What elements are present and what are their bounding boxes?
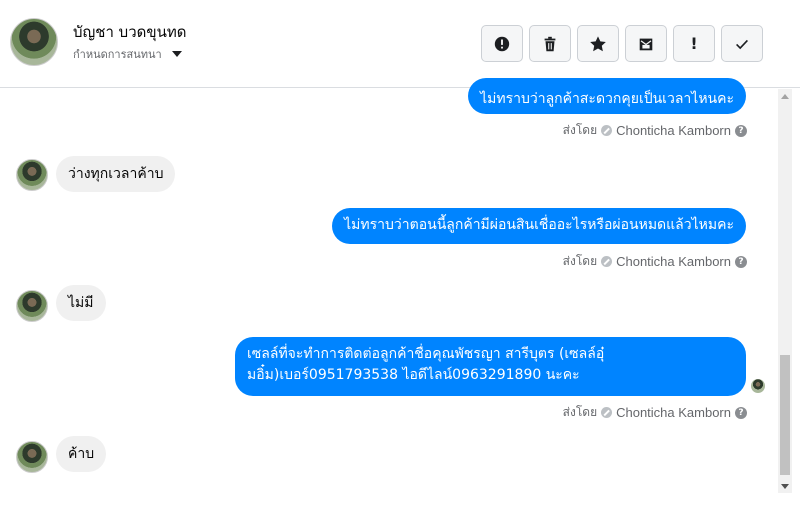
scroll-up-arrow-icon[interactable]: [778, 89, 792, 103]
outgoing-message[interactable]: ไม่ทราบว่าตอนนี้ลูกค้ามีผ่อนสินเชื่ออะไร…: [332, 208, 746, 244]
sent-by-line: ส่งโดย Chonticha Kamborn ?: [563, 403, 747, 422]
caret-down-icon: [171, 51, 182, 57]
message-text: ว่างทุกเวลาค้าบ: [68, 166, 164, 182]
sender-name[interactable]: Chonticha Kamborn: [616, 254, 731, 269]
schedule-conversation-label: กำหนดการสนทนา: [73, 48, 162, 61]
sent-by-label: ส่งโดย: [562, 254, 598, 268]
important-button[interactable]: !: [673, 25, 715, 62]
sent-by-label: ส่งโดย: [562, 123, 598, 137]
trash-icon: [544, 36, 556, 51]
sent-check-icon: [601, 125, 613, 136]
star-button[interactable]: [577, 25, 619, 62]
scrollbar-thumb[interactable]: [780, 355, 790, 475]
message-text: ไม่ทราบว่าลูกค้าสะดวกคุยเป็นเวลาไหนคะ: [480, 91, 734, 107]
conversation-toolbar: !: [481, 25, 763, 62]
incoming-message[interactable]: ค้าบ: [56, 436, 107, 472]
sender-name[interactable]: Chonticha Kamborn: [616, 123, 731, 138]
contact-avatar[interactable]: [10, 18, 58, 66]
contact-name[interactable]: บัญชา บวดขุนทด: [73, 20, 187, 44]
scroll-down-arrow-icon[interactable]: [778, 479, 792, 493]
help-icon[interactable]: ?: [735, 124, 747, 137]
contact-avatar[interactable]: [16, 290, 48, 322]
mark-unread-button[interactable]: [625, 25, 667, 62]
contact-avatar[interactable]: [16, 159, 48, 191]
sent-check-icon: [601, 407, 613, 418]
star-icon: [590, 35, 606, 51]
conversation-header: บัญชา บวดขุนทด กำหนดการสนทนา !: [0, 0, 800, 88]
scrollbar[interactable]: [778, 89, 792, 493]
sender-name[interactable]: Chonticha Kamborn: [616, 405, 731, 420]
message-text: เซลล์ที่จะทำการติดต่อลูกค้าชื่อคุณพัชรญา…: [247, 346, 605, 383]
alert-circle-icon: [494, 36, 510, 51]
outgoing-message[interactable]: ไม่ทราบว่าลูกค้าสะดวกคุยเป็นเวลาไหนคะ: [468, 78, 746, 114]
seen-avatar: [751, 379, 765, 393]
sent-check-icon: [601, 256, 613, 267]
incoming-message[interactable]: ไม่มี: [56, 285, 106, 321]
schedule-conversation-dropdown[interactable]: กำหนดการสนทนา: [73, 45, 182, 63]
help-icon[interactable]: ?: [735, 255, 747, 268]
done-button[interactable]: [721, 25, 763, 62]
report-spam-button[interactable]: [481, 25, 523, 62]
sent-by-line: ส่งโดย Chonticha Kamborn ?: [563, 252, 747, 271]
delete-button[interactable]: [529, 25, 571, 62]
check-icon: [736, 39, 748, 49]
message-text: ค้าบ: [68, 446, 95, 462]
sent-by-label: ส่งโดย: [562, 405, 598, 419]
envelope-icon: [639, 38, 653, 50]
contact-avatar[interactable]: [16, 441, 48, 473]
message-text: ไม่ทราบว่าตอนนี้ลูกค้ามีผ่อนสินเชื่ออะไร…: [344, 217, 734, 233]
exclamation-icon: !: [690, 34, 698, 53]
message-text: ไม่มี: [68, 295, 94, 311]
sent-by-line: ส่งโดย Chonticha Kamborn ?: [563, 121, 747, 140]
outgoing-message[interactable]: เซลล์ที่จะทำการติดต่อลูกค้าชื่อคุณพัชรญา…: [235, 337, 746, 396]
incoming-message[interactable]: ว่างทุกเวลาค้าบ: [56, 156, 176, 192]
help-icon[interactable]: ?: [735, 406, 747, 419]
